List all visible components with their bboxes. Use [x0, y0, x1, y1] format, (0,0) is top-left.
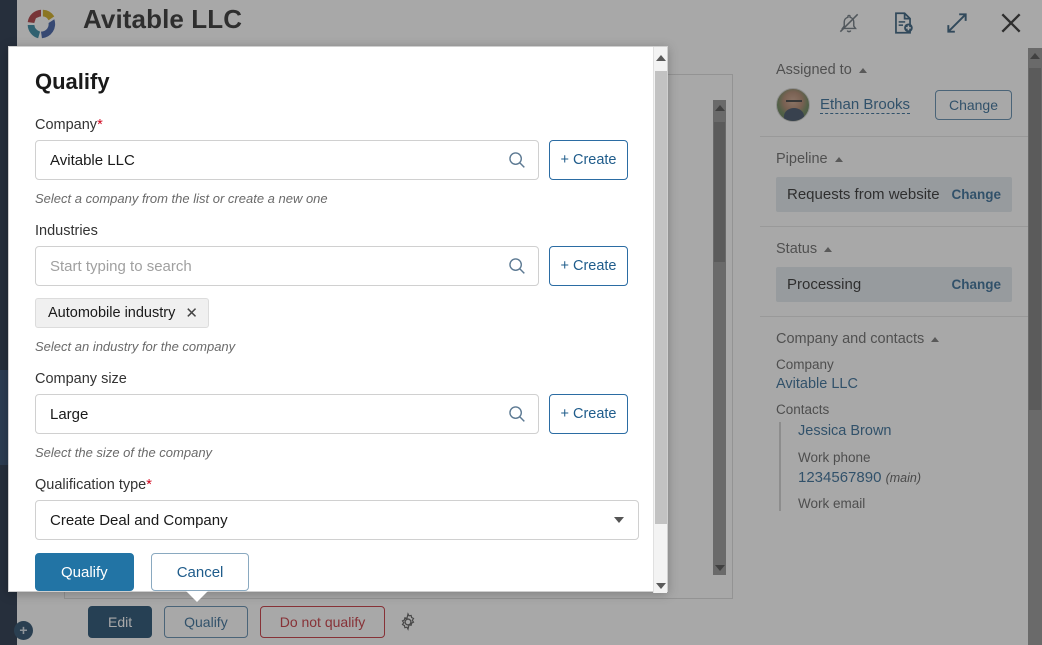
- company-hint: Select a company from the list or create…: [35, 191, 328, 206]
- qualify-dialog-body: Qualify Company* Avitable LLC + Create S…: [9, 47, 654, 593]
- chevron-down-icon: [614, 517, 624, 523]
- company-size-input-value: Large: [50, 405, 89, 423]
- search-icon[interactable]: [506, 149, 528, 171]
- qualification-type-field-label: Qualification type*: [35, 477, 628, 493]
- company-label-text: Company: [35, 117, 98, 133]
- required-marker: *: [146, 477, 152, 493]
- company-size-label-text: Company size: [35, 371, 127, 387]
- search-icon[interactable]: [506, 403, 528, 425]
- scroll-up-arrow[interactable]: [656, 55, 666, 61]
- company-size-field-label: Company size: [35, 371, 628, 387]
- industries-hint: Select an industry for the company: [35, 339, 236, 354]
- qualify-dialog: Qualify Company* Avitable LLC + Create S…: [8, 46, 668, 593]
- create-industry-label: Create: [572, 258, 617, 274]
- create-company-button[interactable]: + Create: [549, 140, 628, 180]
- dialog-actions: Qualify Cancel: [35, 553, 250, 591]
- qualification-type-label-text: Qualification type: [35, 477, 147, 493]
- company-size-field-row: Large + Create: [35, 394, 628, 434]
- plus-icon: +: [560, 258, 569, 274]
- company-size-search-input[interactable]: Large: [35, 394, 539, 434]
- industries-field-row: Start typing to search + Create: [35, 246, 628, 286]
- company-input-value: Avitable LLC: [50, 151, 135, 169]
- company-size-hint: Select the size of the company: [35, 445, 213, 460]
- remove-industry-icon[interactable]: ✕: [185, 306, 198, 321]
- industries-input-placeholder: Start typing to search: [50, 257, 192, 275]
- industry-chip-label: Automobile industry: [48, 305, 176, 321]
- industries-field-label: Industries: [35, 223, 628, 239]
- dialog-title: Qualify: [35, 69, 110, 94]
- create-company-size-button[interactable]: + Create: [549, 394, 628, 434]
- create-company-size-label: Create: [572, 406, 617, 422]
- qualification-type-select[interactable]: Create Deal and Company: [35, 500, 639, 540]
- plus-icon: +: [560, 406, 569, 422]
- create-company-label: Create: [572, 152, 617, 168]
- dialog-qualify-button[interactable]: Qualify: [35, 553, 134, 591]
- scrollbar-thumb[interactable]: [655, 71, 667, 524]
- industry-chip: Automobile industry ✕: [35, 298, 209, 328]
- dialog-cancel-button[interactable]: Cancel: [150, 553, 250, 591]
- required-marker: *: [97, 117, 103, 133]
- company-field-label: Company*: [35, 117, 628, 133]
- industries-label-text: Industries: [35, 223, 98, 239]
- dialog-scrollbar[interactable]: [653, 47, 667, 593]
- create-industry-button[interactable]: + Create: [549, 246, 628, 286]
- plus-icon: +: [560, 152, 569, 168]
- scroll-down-arrow[interactable]: [656, 583, 666, 589]
- industries-search-input[interactable]: Start typing to search: [35, 246, 539, 286]
- company-field-row: Avitable LLC + Create: [35, 140, 628, 180]
- company-search-input[interactable]: Avitable LLC: [35, 140, 539, 180]
- qualification-type-value: Create Deal and Company: [50, 511, 228, 529]
- dialog-pointer-arrow: [186, 591, 208, 602]
- search-icon[interactable]: [506, 255, 528, 277]
